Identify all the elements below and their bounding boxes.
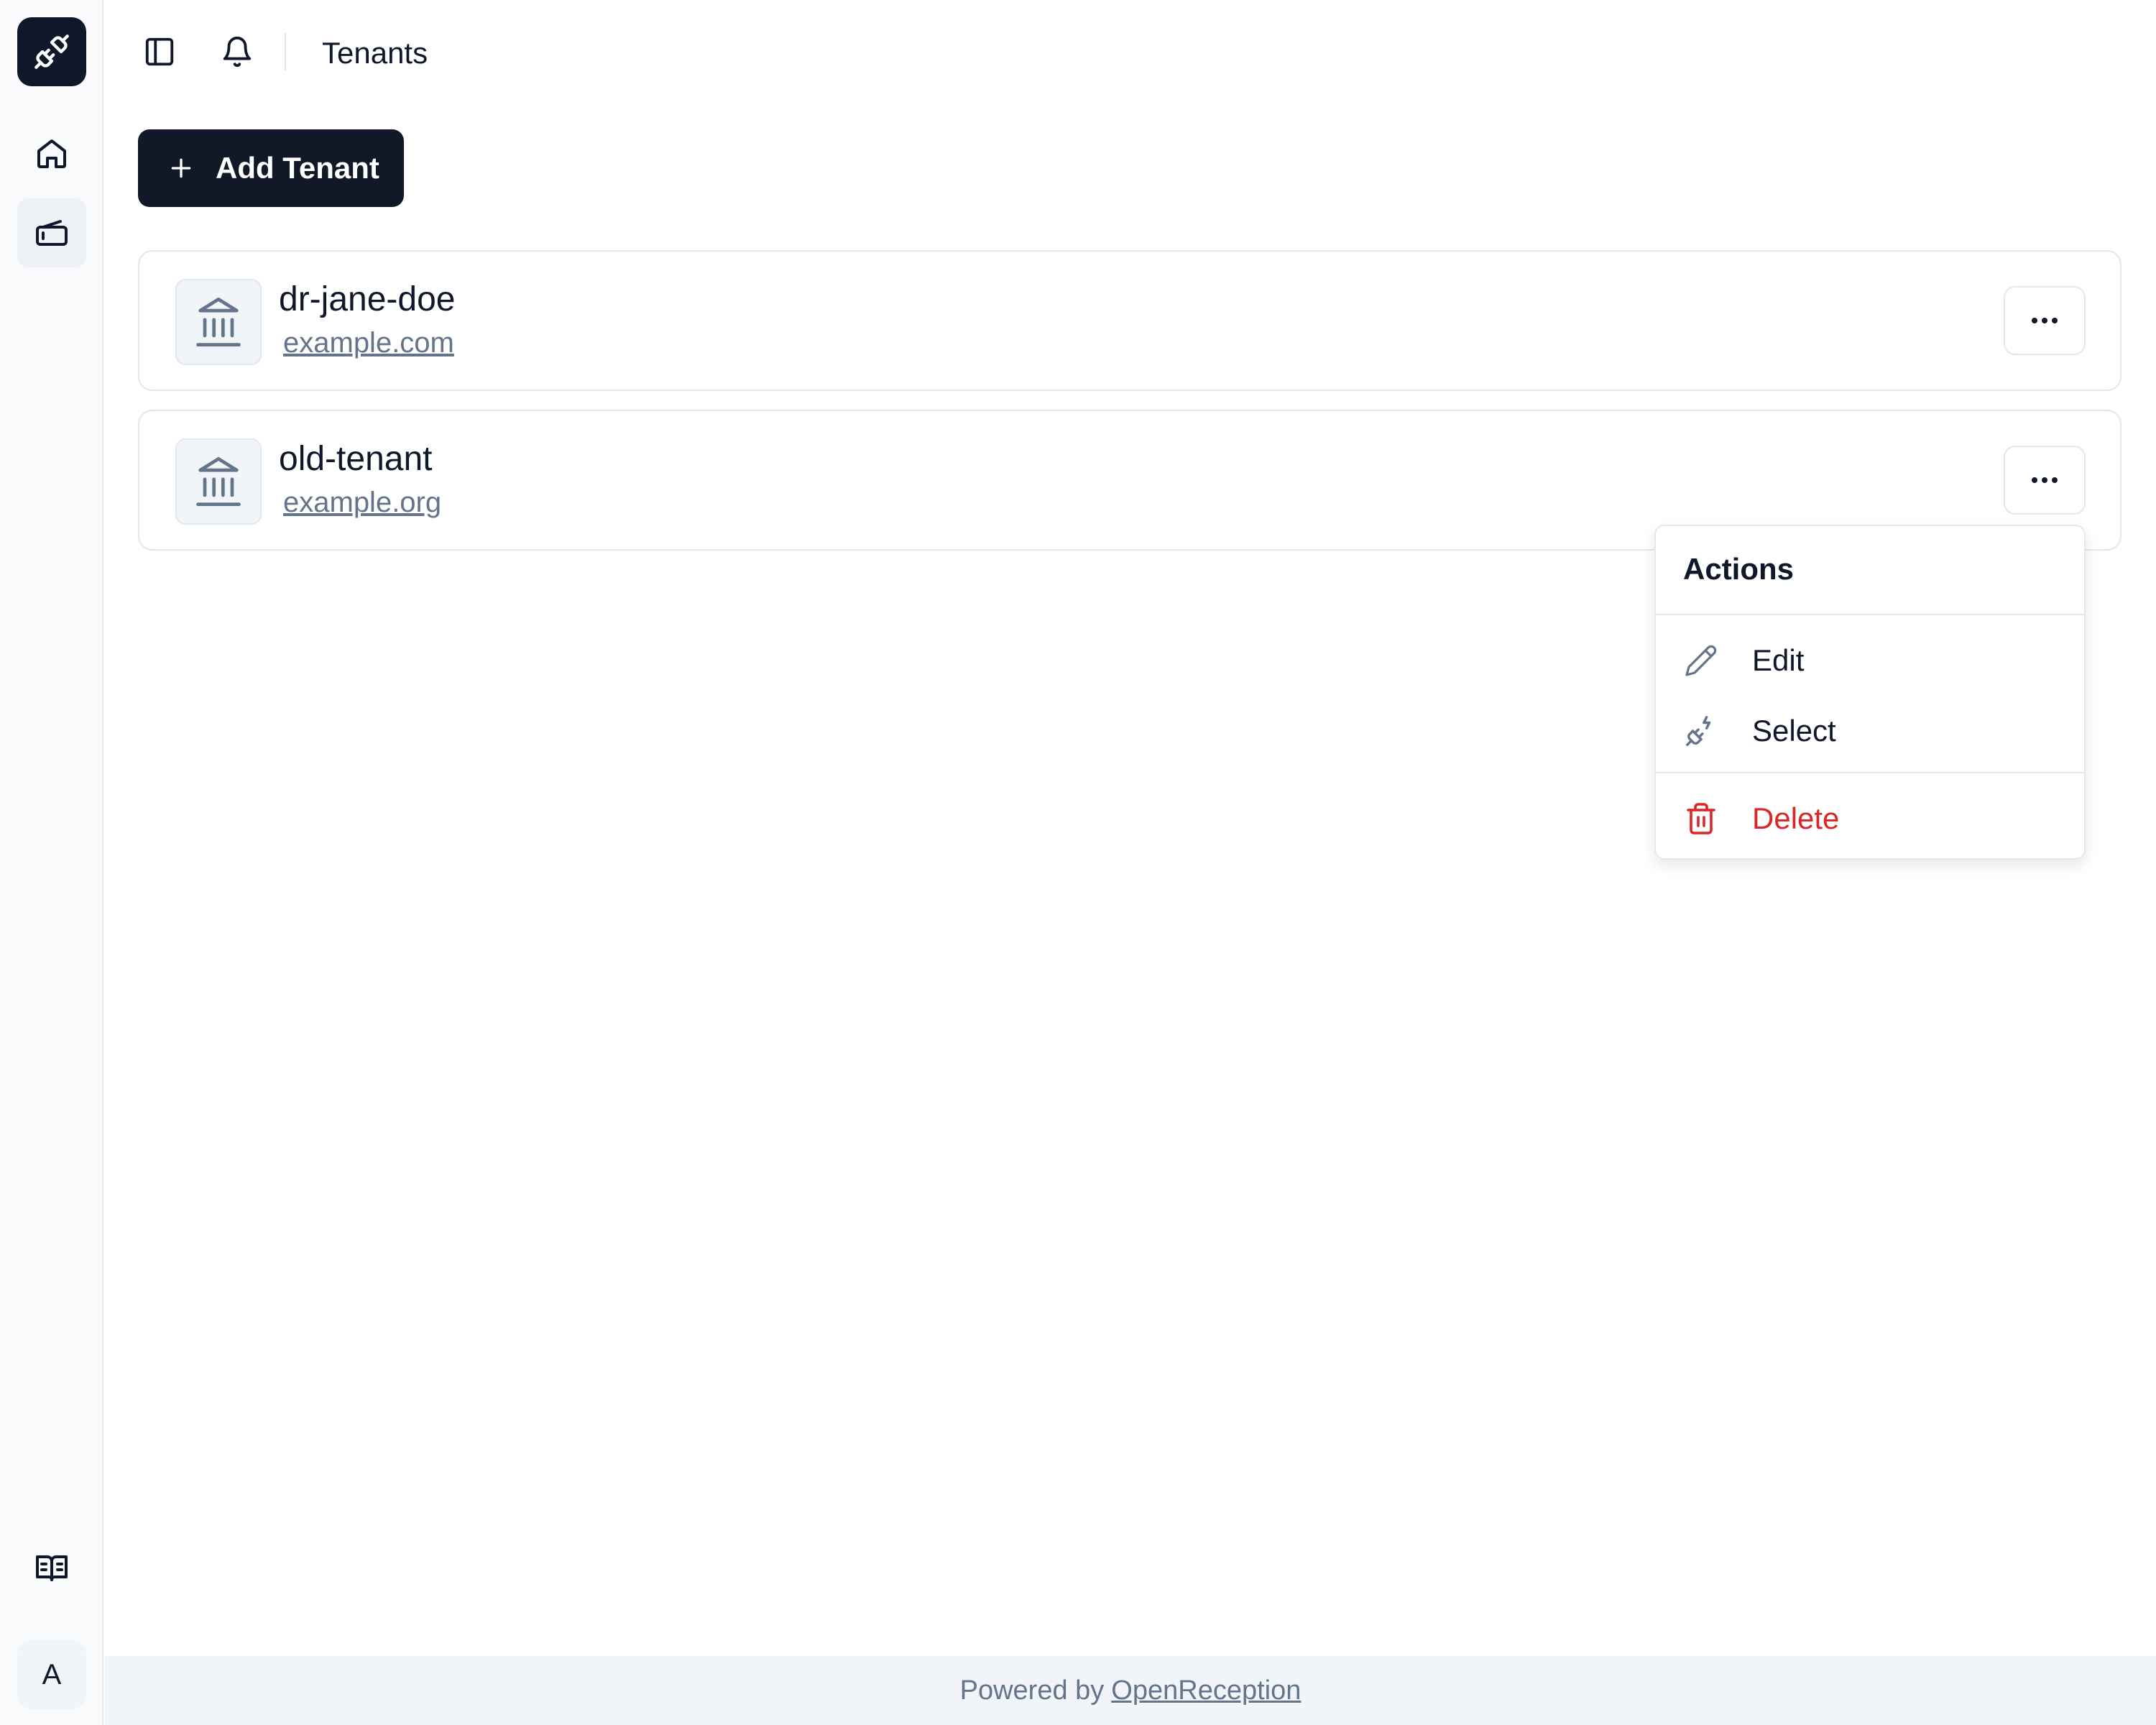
actions-menu: Actions Edit Select Delete xyxy=(1654,525,2086,860)
tenant-name: dr-jane-doe xyxy=(279,280,456,318)
landmark-icon xyxy=(196,297,241,347)
menu-item-label: Select xyxy=(1752,714,1836,748)
tenant-avatar xyxy=(175,279,262,365)
tenant-card[interactable]: dr-jane-doe example.com xyxy=(138,250,2122,391)
nav-docs[interactable] xyxy=(17,1534,86,1603)
tenant-domain-link[interactable]: example.com xyxy=(283,325,454,361)
home-icon xyxy=(37,139,66,168)
trash-icon xyxy=(1687,803,1715,834)
tenant-more-button[interactable] xyxy=(2004,446,2086,515)
notifications-button[interactable] xyxy=(214,29,260,75)
tenant-name: old-tenant xyxy=(279,440,433,478)
menu-item-delete[interactable]: Delete xyxy=(1656,786,2084,851)
tenant-avatar xyxy=(175,438,262,525)
more-icon xyxy=(2032,477,2037,483)
app-logo[interactable] xyxy=(17,17,86,86)
footer-text: Powered by xyxy=(959,1675,1105,1706)
add-tenant-label: Add Tenant xyxy=(216,151,379,185)
user-avatar[interactable]: A xyxy=(17,1640,86,1709)
sidebar-toggle-button[interactable] xyxy=(137,29,183,75)
sidebar: A xyxy=(0,0,103,1725)
menu-divider xyxy=(1656,772,2084,773)
menu-divider xyxy=(1656,614,2084,615)
pencil-icon xyxy=(1685,645,1717,676)
menu-item-label: Delete xyxy=(1752,801,1840,835)
tenant-domain-link[interactable]: example.org xyxy=(283,484,441,520)
menu-item-edit[interactable]: Edit xyxy=(1656,628,2084,693)
plug-icon xyxy=(1686,716,1711,746)
tenant-more-button[interactable] xyxy=(2004,286,2086,355)
menu-title: Actions xyxy=(1683,552,1795,586)
add-tenant-button[interactable]: Add Tenant xyxy=(138,129,404,207)
landmark-icon xyxy=(196,456,241,507)
tenants-icon xyxy=(36,220,68,246)
page-title: Tenants xyxy=(322,36,428,70)
plug-icon xyxy=(34,34,69,69)
footer: Powered by OpenReception xyxy=(105,1656,2156,1725)
more-icon xyxy=(2032,318,2037,323)
footer-link[interactable]: OpenReception xyxy=(1111,1675,1301,1706)
nav-home[interactable] xyxy=(17,119,86,188)
panel-left-icon xyxy=(145,37,174,66)
topbar-divider xyxy=(285,33,286,70)
bell-icon xyxy=(223,37,252,68)
book-open-icon xyxy=(36,1555,68,1581)
menu-item-select[interactable]: Select xyxy=(1656,699,2084,763)
nav-tenants[interactable] xyxy=(17,198,86,267)
plus-icon xyxy=(171,158,191,178)
menu-item-label: Edit xyxy=(1752,643,1805,677)
